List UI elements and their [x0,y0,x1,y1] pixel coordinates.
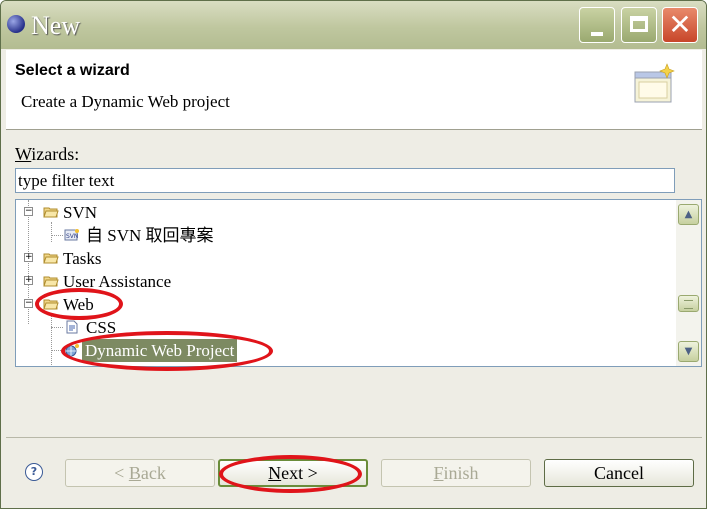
minimize-button[interactable] [579,7,615,43]
close-icon: ✕ [668,8,692,41]
next-button[interactable]: Next > [218,459,368,487]
title-bar[interactable]: New ✕ [1,1,706,49]
maximize-icon [630,16,648,32]
help-icon[interactable]: ? [25,463,43,481]
tree-connector [51,327,63,328]
tree-scrollbar[interactable]: ▲ ▼ [676,200,701,366]
header-title: Select a wizard [15,62,130,79]
collapse-icon[interactable]: − [24,207,33,216]
css-file-icon [66,320,78,334]
tree-connector [51,222,52,242]
tree-connector [51,313,52,366]
expand-icon[interactable]: + [24,276,33,285]
eclipse-icon [7,15,25,33]
wizards-label: Wizards: [15,144,80,164]
cancel-button[interactable]: Cancel [544,459,694,487]
minimize-icon [591,32,603,36]
wizard-banner-icon [634,63,675,103]
back-button[interactable]: < Back [65,459,215,487]
collapse-icon[interactable]: − [24,299,33,308]
window-title: New [31,11,81,40]
expand-icon[interactable]: + [24,253,33,262]
maximize-button[interactable] [621,7,657,43]
open-folder-icon [43,276,59,287]
open-folder-icon [43,207,59,218]
wizard-header: Select a wizard Create a Dynamic Web pro… [6,50,702,130]
scroll-thumb[interactable] [678,295,699,312]
tree-connector [51,350,63,351]
tree-connector [51,235,63,236]
filter-input[interactable] [15,168,675,193]
svg-text:SVN: SVN [66,233,78,240]
open-folder-icon [43,299,59,310]
header-description: Create a Dynamic Web project [21,92,230,111]
svn-checkout-icon: SVN [64,229,79,241]
grip-icon [684,300,693,309]
open-folder-icon [43,253,59,264]
scroll-up-button[interactable]: ▲ [678,204,699,225]
scroll-down-button[interactable]: ▼ [678,341,699,362]
close-button[interactable]: ✕ [662,7,698,43]
web-project-icon [65,344,79,357]
wizard-tree[interactable]: − SVN SVN 自 SVN 取回專案 + Tasks + User Assi… [15,199,702,367]
finish-button[interactable]: Finish [381,459,531,487]
footer-separator [6,437,702,438]
scroll-up-icon: ▲ [684,209,693,220]
new-wizard-dialog: New ✕ Select a wizard Create a Dynamic W… [0,0,707,509]
scroll-down-icon: ▼ [684,346,693,357]
